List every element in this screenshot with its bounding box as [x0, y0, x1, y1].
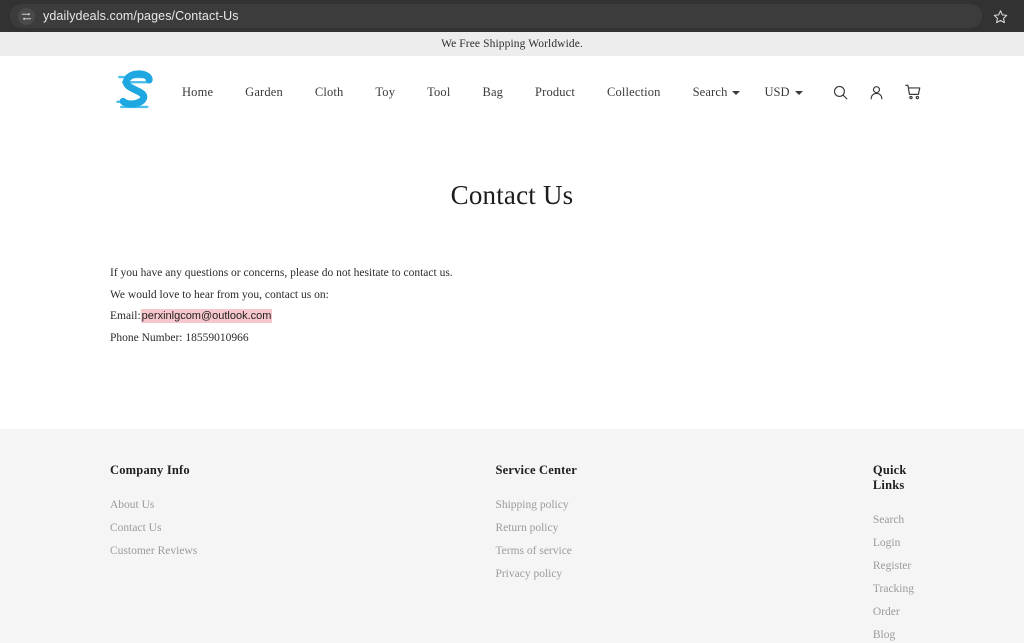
site-settings-icon[interactable] [18, 7, 35, 25]
nav-item-product[interactable]: Product [519, 85, 591, 100]
nav-label: Cloth [314, 84, 344, 99]
footer-link-blog[interactable]: Blog [873, 624, 914, 643]
footer-link-about-us[interactable]: About Us [110, 494, 495, 517]
nav-label: Search [692, 84, 728, 99]
footer-column-quick-links: Quick Links Search Login Register Tracki… [873, 463, 914, 643]
nav-item-search-dropdown[interactable]: Search [677, 85, 757, 100]
site-header: Home Garden Cloth Toy Tool Bag Product C… [0, 56, 1024, 128]
nav-item-collection[interactable]: Collection [591, 85, 677, 100]
nav-item-tool[interactable]: Tool [411, 85, 466, 100]
nav-item-garden[interactable]: Garden [229, 85, 299, 100]
shopping-cart-icon[interactable] [895, 74, 931, 110]
nav-label: Toy [375, 84, 396, 99]
footer-link-customer-reviews[interactable]: Customer Reviews [110, 540, 495, 563]
footer-link-terms-of-service[interactable]: Terms of service [495, 540, 872, 563]
chevron-down-icon [732, 91, 741, 95]
page-title: Contact Us [450, 180, 574, 210]
nav-item-toy[interactable]: Toy [359, 85, 411, 100]
header-actions: USD [756, 74, 930, 110]
address-bar[interactable]: ydailydeals.com/pages/Contact-Us [10, 4, 982, 28]
contact-email-line: Email:perxinlgcom@outlook.com [110, 306, 914, 328]
contact-line-1: If you have any questions or concerns, p… [110, 267, 453, 279]
footer-link-contact-us[interactable]: Contact Us [110, 517, 495, 540]
nav-label: Product [535, 84, 575, 99]
footer-link-tracking-order[interactable]: Tracking Order [873, 578, 914, 624]
currency-label: USD [764, 84, 790, 99]
main-content: Contact Us If you have any questions or … [0, 128, 1024, 429]
footer-link-login[interactable]: Login [873, 532, 914, 555]
nav-label: Collection [606, 84, 661, 99]
footer-column-title: Quick Links [872, 463, 907, 492]
nav-item-home[interactable]: Home [166, 85, 229, 100]
announcement-bar: We Free Shipping Worldwide. [0, 32, 1024, 56]
browser-toolbar: ydailydeals.com/pages/Contact-Us [0, 0, 1024, 32]
footer-link-search[interactable]: Search [873, 509, 914, 532]
user-account-icon[interactable] [859, 74, 895, 110]
nav-label: Home [182, 84, 214, 99]
announcement-text: We Free Shipping Worldwide. [441, 38, 583, 50]
main-navigation: Home Garden Cloth Toy Tool Bag Product C… [166, 85, 756, 100]
url-text: ydailydeals.com/pages/Contact-Us [43, 9, 239, 23]
footer-column-company-info: Company Info About Us Contact Us Custome… [110, 463, 495, 643]
footer-link-register[interactable]: Register [873, 555, 914, 578]
footer-link-return-policy[interactable]: Return policy [495, 517, 872, 540]
email-value[interactable]: perxinlgcom@outlook.com [140, 309, 273, 323]
bookmark-star-icon[interactable] [986, 2, 1014, 30]
nav-label: Tool [427, 84, 451, 99]
footer-link-shipping-policy[interactable]: Shipping policy [495, 494, 872, 517]
contact-phone-line: Phone Number: 18559010966 [110, 331, 249, 344]
nav-item-cloth[interactable]: Cloth [299, 85, 360, 100]
search-icon[interactable] [823, 74, 859, 110]
contact-line-2: We would love to hear from you, contact … [110, 288, 329, 301]
footer-column-service-center: Service Center Shipping policy Return po… [495, 463, 872, 643]
footer-column-title: Company Info [110, 463, 190, 477]
nav-label: Garden [245, 84, 283, 99]
contact-body: If you have any questions or concerns, p… [110, 263, 914, 349]
currency-selector[interactable]: USD [756, 85, 822, 100]
nav-label: Bag [482, 84, 504, 99]
site-footer: Company Info About Us Contact Us Custome… [0, 429, 1024, 643]
footer-link-privacy-policy[interactable]: Privacy policy [495, 563, 872, 586]
footer-column-title: Service Center [495, 463, 578, 477]
nav-item-bag[interactable]: Bag [466, 85, 519, 100]
email-label: Email: [110, 310, 141, 322]
footer-columns: Company Info About Us Contact Us Custome… [110, 429, 914, 643]
site-logo[interactable] [110, 67, 166, 117]
chevron-down-icon [794, 91, 803, 95]
